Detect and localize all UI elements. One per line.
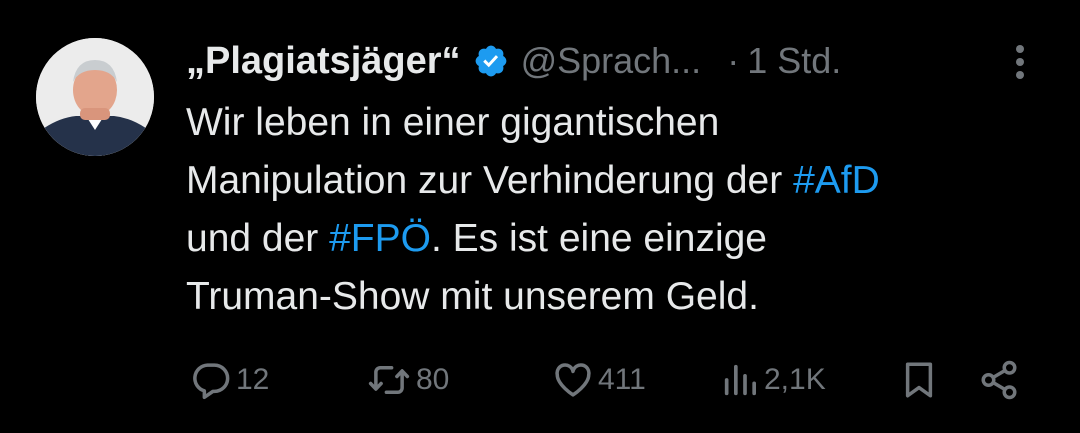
tweet-text-segment: und der: [186, 217, 330, 260]
repost-count: 80: [416, 363, 450, 396]
tweet-text-line: Truman-Show mit unserem Geld.: [186, 268, 1046, 326]
avatar[interactable]: [36, 38, 154, 156]
bookmark-button[interactable]: [898, 352, 940, 408]
views-icon: [720, 360, 760, 400]
verified-badge-icon: [473, 43, 509, 79]
tweet-text: Wir leben in einer gigantischen Manipulat…: [186, 94, 1046, 326]
views-button[interactable]: 2,1K: [720, 352, 826, 408]
like-count: 411: [598, 363, 646, 396]
separator-dot: ·: [727, 40, 740, 81]
action-bar: 12 80 411 2,1K: [0, 352, 1080, 408]
repost-button[interactable]: 80: [366, 352, 449, 408]
hashtag-link[interactable]: #FPÖ: [329, 217, 431, 260]
more-vertical-icon[interactable]: [1012, 42, 1028, 82]
tweet[interactable]: „Plagiatsjäger“ @Sprach... · 1 Std. Wir …: [0, 0, 1080, 433]
share-button[interactable]: [978, 352, 1020, 408]
like-button[interactable]: 411: [552, 352, 646, 408]
reply-button[interactable]: 12: [190, 352, 269, 408]
tweet-text-segment: Truman-Show mit unserem Geld.: [186, 275, 759, 318]
tweet-text-segment: Wir leben in einer gigantischen: [186, 101, 720, 144]
reply-count: 12: [236, 363, 270, 396]
heart-icon: [552, 359, 594, 401]
bookmark-icon: [898, 359, 940, 401]
tweet-text-line: und der #FPÖ. Es ist eine einzige: [186, 210, 1046, 268]
tweet-text-line: Wir leben in einer gigantischen: [186, 94, 1046, 152]
user-handle[interactable]: @Sprach...: [521, 40, 702, 82]
repost-icon: [366, 359, 412, 401]
tweet-header: „Plagiatsjäger“ @Sprach... · 1 Std.: [186, 36, 841, 86]
timestamp[interactable]: 1 Std.: [747, 40, 841, 82]
hashtag-link[interactable]: #AfD: [793, 159, 880, 202]
share-icon: [978, 359, 1020, 401]
display-name[interactable]: „Plagiatsjäger“: [186, 40, 461, 83]
tweet-text-segment: Manipulation zur Verhinderung der: [186, 159, 794, 202]
tweet-text-line: Manipulation zur Verhinderung der #AfD: [186, 152, 1046, 210]
views-count: 2,1K: [764, 363, 826, 396]
reply-icon: [190, 359, 232, 401]
tweet-text-segment: . Es ist eine einzige: [430, 217, 767, 260]
